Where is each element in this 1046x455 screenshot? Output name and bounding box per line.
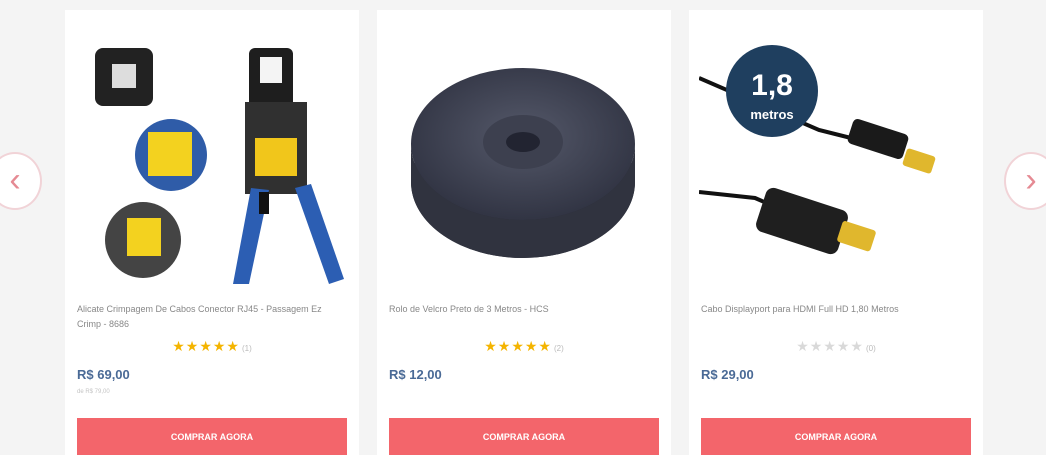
- star-rating: ★★★★★ (1): [65, 338, 359, 355]
- star-icon: ★★★★★: [172, 338, 240, 354]
- product-card-velcro-roll[interactable]: Rolo de Velcro Preto de 3 Metros - HCS ★…: [377, 10, 671, 455]
- velcro-roll-image[interactable]: [387, 20, 661, 292]
- product-price: R$ 69,00: [77, 367, 130, 382]
- product-price: R$ 29,00: [701, 367, 754, 382]
- carousel-prev-button[interactable]: ‹: [0, 152, 42, 210]
- crimping-tool-image[interactable]: [75, 20, 349, 292]
- old-price: de R$ 79,00: [77, 389, 110, 395]
- rating-count: (1): [241, 344, 252, 353]
- displayport-hdmi-cable-icon: 1,8 metros: [699, 45, 936, 255]
- star-icon: ★★★★★: [796, 338, 864, 354]
- carousel-next-button[interactable]: ›: [1004, 152, 1046, 210]
- star-rating: ★★★★★ (2): [377, 338, 671, 355]
- buy-now-button[interactable]: COMPRAR AGORA: [389, 418, 659, 455]
- badge-unit: metros: [750, 107, 793, 122]
- product-price: R$ 12,00: [389, 367, 442, 382]
- star-icon: ★★★★★: [484, 338, 552, 354]
- badge-value: 1,8: [751, 69, 793, 102]
- displayport-cable-image[interactable]: 1,8 metros: [699, 20, 973, 292]
- product-name[interactable]: Cabo Displayport para HDMI Full HD 1,80 …: [701, 302, 971, 317]
- product-card-crimping-tool[interactable]: Alicate Crimpagem De Cabos Conector RJ45…: [65, 10, 359, 455]
- rating-count: (0): [865, 344, 876, 353]
- crimping-tool-icon: [95, 48, 344, 284]
- product-name[interactable]: Alicate Crimpagem De Cabos Conector RJ45…: [77, 302, 347, 332]
- buy-now-button[interactable]: COMPRAR AGORA: [77, 418, 347, 455]
- velcro-roll-icon: [411, 68, 635, 258]
- product-card-displayport-cable[interactable]: 1,8 metros Cabo Displayport para HDMI Fu…: [689, 10, 983, 455]
- buy-now-button[interactable]: COMPRAR AGORA: [701, 418, 971, 455]
- rating-count: (2): [553, 344, 564, 353]
- product-name[interactable]: Rolo de Velcro Preto de 3 Metros - HCS: [389, 302, 659, 317]
- star-rating: ★★★★★ (0): [689, 338, 983, 355]
